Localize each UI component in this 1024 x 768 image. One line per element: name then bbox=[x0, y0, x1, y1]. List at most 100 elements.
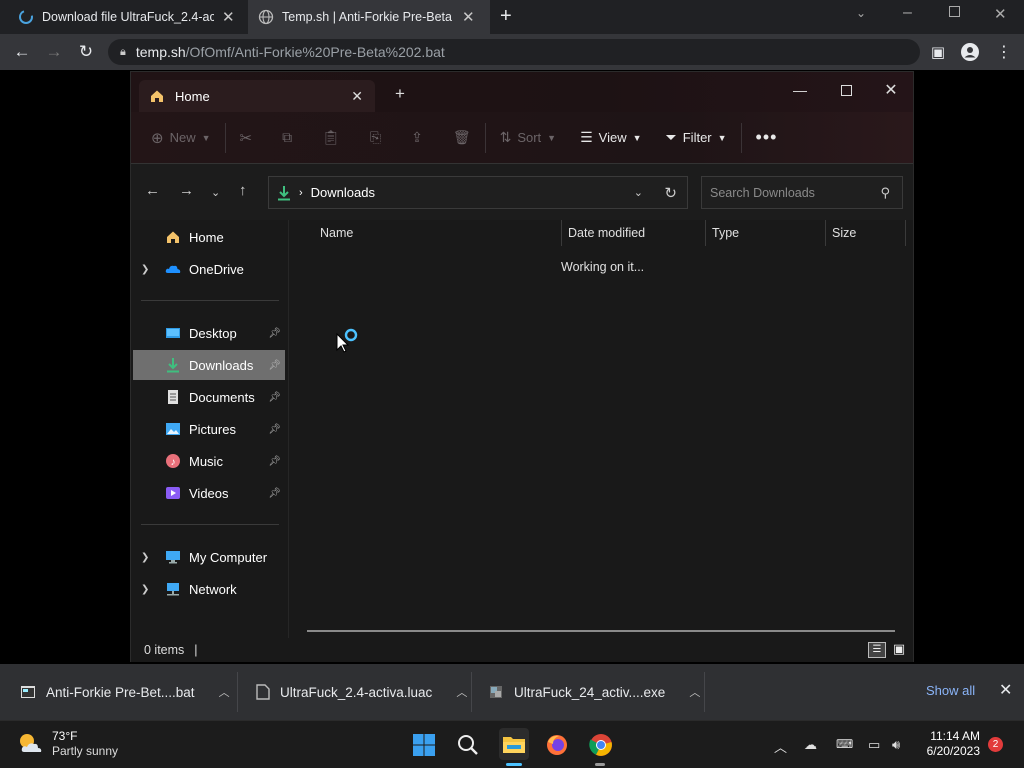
close-icon[interactable]: ✕ bbox=[222, 8, 235, 26]
sidebar-item-onedrive[interactable]: ❯ OneDrive bbox=[133, 254, 285, 284]
view-button[interactable]: ☰ View ▼ bbox=[572, 122, 649, 154]
address-path-box[interactable]: › Downloads ⌄ ↻ bbox=[268, 176, 688, 209]
explorer-tab-home[interactable]: Home ✕ bbox=[139, 80, 375, 112]
new-tab-icon[interactable]: + bbox=[500, 5, 512, 28]
horizontal-scrollbar[interactable] bbox=[307, 630, 895, 632]
file-list-pane: Name Date modified Type Size Working on … bbox=[291, 220, 913, 640]
sidebar-item-downloads[interactable]: Downloads 📌︎ bbox=[133, 350, 285, 380]
chevron-right-icon[interactable]: ❯ bbox=[141, 584, 149, 595]
more-options-button[interactable]: ••• bbox=[748, 122, 786, 154]
profile-icon[interactable] bbox=[960, 42, 980, 62]
pin-icon[interactable]: 📌︎ bbox=[268, 424, 281, 435]
close-icon[interactable]: ✕ bbox=[994, 5, 1007, 23]
volume-icon[interactable]: 🔊︎ bbox=[892, 737, 900, 753]
sidebar-item-documents[interactable]: Documents 📌︎ bbox=[133, 382, 285, 412]
column-header-type[interactable]: Type bbox=[712, 226, 739, 240]
clock-time: 11:14 AM bbox=[930, 729, 980, 743]
chevron-down-icon[interactable]: ⌄ bbox=[634, 186, 643, 199]
sidebar-item-desktop[interactable]: Desktop 📌︎ bbox=[133, 318, 285, 348]
sidebar-item-pictures[interactable]: Pictures 📌︎ bbox=[133, 414, 285, 444]
browser-tab-download[interactable]: Download file UltraFuck_2.4-activ ✕ bbox=[8, 0, 248, 34]
details-view-icon[interactable]: ☰ bbox=[868, 642, 886, 658]
column-header-name[interactable]: Name bbox=[320, 226, 353, 240]
back-icon[interactable]: ← bbox=[12, 42, 32, 62]
display-network-icon[interactable]: ▭ bbox=[868, 737, 880, 753]
show-hidden-icons-icon[interactable]: ︿ bbox=[774, 737, 787, 756]
search-button[interactable] bbox=[454, 731, 482, 759]
tiles-view-icon[interactable]: ▣ bbox=[890, 642, 908, 658]
download-item[interactable]: UltraFuck_24_activ....exe ︿ bbox=[488, 664, 700, 720]
taskbar-chrome[interactable] bbox=[587, 731, 615, 759]
close-icon[interactable]: ✕ bbox=[876, 78, 906, 102]
sidebar-item-videos[interactable]: Videos 📌︎ bbox=[133, 478, 285, 508]
column-header-size[interactable]: Size bbox=[832, 226, 856, 240]
breadcrumb-downloads[interactable]: Downloads bbox=[311, 185, 375, 200]
close-icon[interactable]: ✕ bbox=[351, 88, 363, 105]
clipboard-icon: 📋︎ bbox=[322, 129, 340, 145]
clock[interactable]: 11:14 AM 6/20/2023 bbox=[918, 729, 980, 759]
side-panel-icon[interactable]: ▣ bbox=[928, 42, 948, 62]
cut-button[interactable]: ✂ bbox=[232, 122, 261, 154]
notification-badge[interactable]: 2 bbox=[988, 737, 1003, 752]
column-header-date-modified[interactable]: Date modified bbox=[568, 226, 645, 240]
tab-title: Home bbox=[175, 88, 210, 104]
tab-search-icon[interactable]: ⌄ bbox=[856, 6, 866, 20]
weather-description: Partly sunny bbox=[52, 744, 119, 758]
start-button[interactable] bbox=[410, 731, 438, 759]
paste-button[interactable]: 📋︎ bbox=[314, 122, 348, 154]
share-button[interactable]: ⇪ bbox=[403, 122, 431, 154]
new-button[interactable]: ⊕ New ▼ bbox=[143, 122, 219, 154]
search-input[interactable]: Search Downloads ⚲ bbox=[701, 176, 903, 209]
recent-locations-icon[interactable]: ⌄ bbox=[211, 186, 220, 199]
maximize-icon[interactable] bbox=[831, 78, 861, 102]
sidebar-item-mycomputer[interactable]: ❯ My Computer bbox=[133, 542, 285, 572]
sidebar-item-label: My Computer bbox=[189, 549, 268, 565]
chevron-right-icon[interactable]: ❯ bbox=[141, 264, 149, 275]
download-item[interactable]: UltraFuck_2.4-activa.luac ︿ bbox=[256, 664, 467, 720]
close-icon[interactable]: ✕ bbox=[999, 680, 1012, 700]
download-item[interactable]: Anti-Forkie Pre-Bet....bat ︿ bbox=[20, 664, 230, 720]
sidebar-item-network[interactable]: ❯ Network bbox=[133, 574, 285, 604]
chevron-up-icon[interactable]: ︿ bbox=[219, 684, 230, 700]
url-path: /OfOmf/Anti-Forkie%20Pre-Beta%202.bat bbox=[185, 44, 445, 60]
weather-widget[interactable]: 73°F Partly sunny bbox=[16, 729, 118, 759]
sidebar-item-home[interactable]: Home bbox=[133, 222, 285, 252]
restore-icon[interactable] bbox=[949, 6, 960, 17]
pin-icon[interactable]: 📌︎ bbox=[268, 488, 281, 499]
taskbar-firefox[interactable] bbox=[543, 731, 571, 759]
keyboard-icon[interactable]: ⌨ bbox=[836, 737, 853, 751]
pin-icon[interactable]: 📌︎ bbox=[268, 360, 281, 371]
pin-icon[interactable]: 📌︎ bbox=[268, 456, 281, 467]
reload-icon[interactable]: ↻ bbox=[76, 42, 96, 62]
new-tab-icon[interactable]: + bbox=[395, 84, 405, 104]
show-all-downloads-link[interactable]: Show all bbox=[926, 683, 975, 698]
pin-icon[interactable]: 📌︎ bbox=[268, 392, 281, 403]
back-icon[interactable]: ← bbox=[145, 182, 160, 199]
network-icon bbox=[167, 583, 179, 596]
minimize-icon[interactable]: – bbox=[903, 4, 912, 22]
running-app-indicator bbox=[595, 763, 605, 766]
copy-button[interactable]: ⧉ bbox=[274, 122, 300, 154]
up-icon[interactable]: ↑ bbox=[239, 182, 247, 199]
taskbar-file-explorer[interactable] bbox=[499, 728, 529, 760]
onedrive-offline-icon[interactable]: ☁ bbox=[804, 737, 817, 753]
sort-button[interactable]: ⇅ Sort ▼ bbox=[492, 122, 565, 154]
sidebar-item-music[interactable]: ♪ Music 📌︎ bbox=[133, 446, 285, 476]
clock-date: 6/20/2023 bbox=[926, 744, 980, 758]
chevron-up-icon[interactable]: ︿ bbox=[689, 684, 700, 700]
forward-icon[interactable]: → bbox=[44, 42, 64, 62]
close-icon[interactable]: ✕ bbox=[462, 8, 475, 26]
minimize-icon[interactable]: — bbox=[785, 78, 815, 102]
refresh-icon[interactable]: ↻ bbox=[664, 184, 677, 202]
address-bar[interactable]: 🔒︎ temp.sh/OfOmf/Anti-Forkie%20Pre-Beta%… bbox=[108, 39, 920, 65]
rename-button[interactable]: ⎘ bbox=[362, 122, 389, 154]
chevron-right-icon[interactable]: ❯ bbox=[141, 552, 149, 563]
chevron-up-icon[interactable]: ︿ bbox=[456, 684, 467, 700]
browser-tab-tempsh[interactable]: Temp.sh | Anti-Forkie Pre-Beta 2.4 ✕ bbox=[248, 0, 490, 34]
more-icon: ••• bbox=[755, 127, 778, 147]
delete-button[interactable]: 🗑︎ bbox=[445, 122, 479, 154]
pin-icon[interactable]: 📌︎ bbox=[268, 328, 281, 339]
menu-kebab-icon[interactable]: ⋮ bbox=[994, 42, 1014, 62]
forward-icon[interactable]: → bbox=[179, 182, 194, 199]
filter-button[interactable]: ⏷ Filter ▼ bbox=[658, 122, 735, 154]
